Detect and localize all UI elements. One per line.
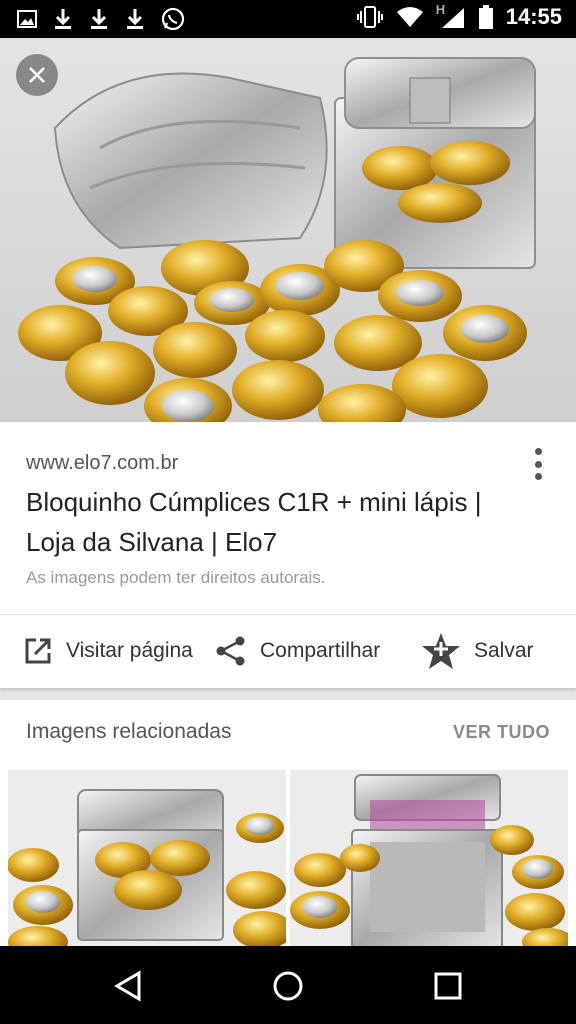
home-button[interactable] — [266, 964, 310, 1008]
related-images-title: Imagens relacionadas — [26, 720, 232, 743]
back-icon — [114, 970, 141, 1002]
related-image-thumbnail[interactable] — [290, 770, 568, 950]
close-icon — [29, 67, 45, 83]
system-nav-bar — [0, 946, 576, 1024]
image-info-card: www.elo7.com.br Bloquinho Cúmplices C1R … — [0, 422, 576, 688]
download-icon — [127, 9, 143, 29]
star-icon — [422, 633, 460, 669]
wifi-icon — [396, 7, 423, 27]
recents-button[interactable] — [426, 964, 470, 1008]
action-bar: Visitar página Compartilhar Salvar — [0, 615, 576, 687]
source-domain[interactable]: www.elo7.com.br — [26, 452, 178, 475]
share-label: Compartilhar — [260, 639, 381, 662]
whatsapp-icon — [161, 7, 185, 31]
home-icon — [273, 971, 303, 1001]
save-button[interactable]: Salvar — [420, 615, 534, 687]
signal-icon — [441, 8, 464, 28]
battery-icon — [478, 5, 493, 29]
related-image-thumbnail[interactable] — [8, 770, 286, 950]
see-all-button[interactable]: VER TUDO — [453, 722, 550, 743]
status-bar: H 14:55 — [0, 0, 576, 38]
copyright-note: As imagens podem ter direitos autorais. — [26, 568, 326, 587]
vibrate-icon — [356, 6, 383, 28]
related-images-section: Imagens relacionadas VER TUDO — [0, 700, 576, 950]
status-time: 14:55 — [505, 4, 562, 29]
recents-icon — [434, 972, 462, 1000]
image-icon — [17, 10, 37, 28]
save-label: Salvar — [474, 639, 534, 662]
share-button[interactable]: Compartilhar — [214, 615, 380, 687]
download-icon — [55, 9, 71, 29]
more-options-button[interactable] — [526, 446, 550, 482]
back-button[interactable] — [106, 964, 150, 1008]
visit-page-button[interactable]: Visitar página — [22, 615, 193, 687]
treasure-chest-photo — [0, 38, 576, 422]
open-in-new-icon — [25, 638, 51, 664]
main-image[interactable] — [0, 38, 576, 422]
more-vert-icon — [534, 448, 542, 455]
visit-page-label: Visitar página — [66, 639, 193, 662]
result-title[interactable]: Bloquinho Cúmplices C1R + mini lápis | L… — [26, 482, 496, 562]
close-button[interactable] — [16, 54, 58, 96]
download-icon — [91, 9, 107, 29]
share-icon — [216, 636, 245, 666]
